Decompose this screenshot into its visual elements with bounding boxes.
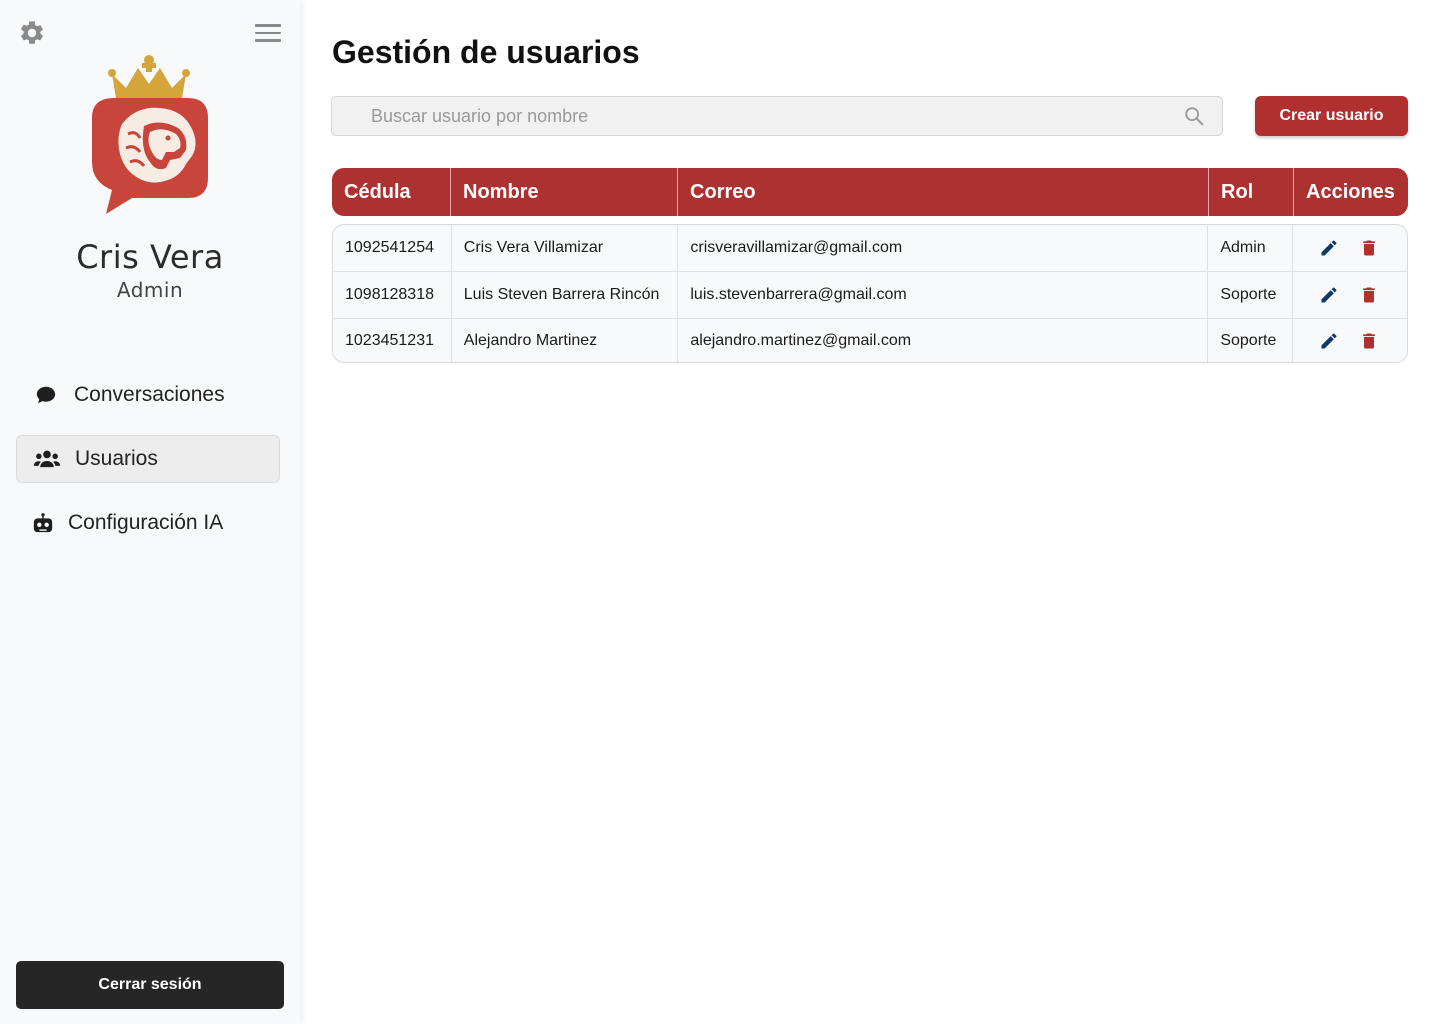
users-icon bbox=[33, 447, 61, 471]
edit-icon[interactable] bbox=[1319, 331, 1339, 351]
cell-rol: Admin bbox=[1208, 225, 1294, 271]
delete-icon[interactable] bbox=[1359, 238, 1379, 258]
cell-rol: Soporte bbox=[1208, 319, 1294, 362]
delete-icon[interactable] bbox=[1359, 331, 1379, 351]
cell-correo: luis.stevenbarrera@gmail.com bbox=[678, 272, 1209, 318]
table-row: 1098128318 Luis Steven Barrera Rincón lu… bbox=[333, 272, 1407, 319]
cell-correo: alejandro.martinez@gmail.com bbox=[678, 319, 1209, 362]
search-input[interactable] bbox=[331, 96, 1223, 136]
gear-icon[interactable] bbox=[18, 19, 46, 47]
cell-acciones bbox=[1293, 225, 1407, 271]
cell-cedula: 1092541254 bbox=[333, 225, 452, 271]
search-bar bbox=[331, 96, 1223, 136]
column-header-correo[interactable]: Correo bbox=[678, 168, 1209, 216]
edit-icon[interactable] bbox=[1319, 285, 1339, 305]
nav-item-configuracion-ia[interactable]: Configuración IA bbox=[16, 499, 280, 547]
create-user-button[interactable]: Crear usuario bbox=[1255, 96, 1408, 136]
logout-button[interactable]: Cerrar sesión bbox=[16, 961, 284, 1009]
column-header-acciones: Acciones bbox=[1306, 180, 1395, 203]
sidebar: Cris Vera Admin Conversaciones Usuarios … bbox=[0, 0, 300, 1024]
cell-nombre: Luis Steven Barrera Rincón bbox=[452, 272, 679, 318]
cell-rol: Soporte bbox=[1208, 272, 1294, 318]
menu-toggle-icon[interactable] bbox=[255, 24, 281, 44]
table-row: 1092541254 Cris Vera Villamizar crisvera… bbox=[333, 225, 1407, 272]
cell-nombre: Cris Vera Villamizar bbox=[452, 225, 679, 271]
cell-acciones bbox=[1293, 319, 1407, 362]
table-row: 1023451231 Alejandro Martinez alejandro.… bbox=[333, 319, 1407, 362]
table-header: Cédula Nombre Correo Rol Acciones bbox=[332, 168, 1408, 216]
user-name: Cris Vera bbox=[76, 238, 224, 276]
column-header-cedula[interactable]: Cédula bbox=[332, 168, 451, 216]
cell-acciones bbox=[1293, 272, 1407, 318]
crown-icon bbox=[108, 55, 190, 98]
nav-item-conversaciones[interactable]: Conversaciones bbox=[16, 371, 280, 419]
users-table: 1092541254 Cris Vera Villamizar crisvera… bbox=[332, 224, 1408, 363]
nav-label: Conversaciones bbox=[74, 383, 225, 406]
column-header-nombre[interactable]: Nombre bbox=[451, 168, 678, 216]
cell-correo: crisveravillamizar@gmail.com bbox=[678, 225, 1209, 271]
cell-nombre: Alejandro Martinez bbox=[452, 319, 679, 362]
search-icon[interactable] bbox=[1183, 105, 1205, 127]
chat-bubble-icon bbox=[32, 383, 60, 407]
lion-logo bbox=[86, 54, 212, 218]
page-title: Gestión de usuarios bbox=[332, 34, 640, 70]
cell-cedula: 1023451231 bbox=[333, 319, 452, 362]
nav-label: Configuración IA bbox=[68, 511, 224, 534]
delete-icon[interactable] bbox=[1359, 285, 1379, 305]
column-header-rol[interactable]: Rol bbox=[1209, 168, 1294, 216]
user-role: Admin bbox=[116, 278, 184, 302]
edit-icon[interactable] bbox=[1319, 238, 1339, 258]
nav-item-usuarios[interactable]: Usuarios bbox=[16, 435, 280, 483]
cell-cedula: 1098128318 bbox=[333, 272, 452, 318]
nav-label: Usuarios bbox=[75, 447, 158, 470]
robot-icon bbox=[32, 511, 54, 535]
